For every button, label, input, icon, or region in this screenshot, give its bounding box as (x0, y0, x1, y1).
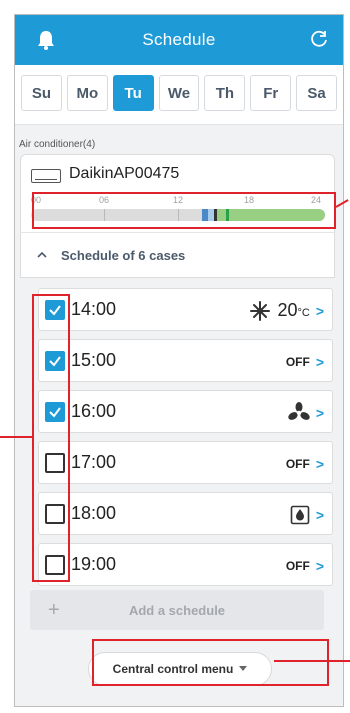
schedule-time: 14:00 (71, 299, 117, 319)
chevron-right-icon[interactable]: > (316, 405, 324, 421)
day-tab-sa[interactable]: Sa (296, 75, 338, 111)
schedule-row[interactable]: 14:00 20°C > (38, 288, 333, 331)
snowflake-icon (250, 300, 271, 321)
schedule-count-label: Schedule of 6 cases (61, 247, 186, 263)
fan-icon (288, 401, 310, 420)
day-tab-th[interactable]: Th (204, 75, 246, 111)
day-tab-fr[interactable]: Fr (250, 75, 292, 111)
plus-icon: + (48, 598, 60, 621)
schedule-status: OFF (285, 354, 310, 369)
checkbox-column-highlight (32, 294, 70, 582)
schedule-time: 19:00 (71, 554, 117, 574)
day-tab-mo[interactable]: Mo (66, 75, 108, 111)
chevron-up-icon (37, 251, 47, 258)
refresh-icon[interactable] (309, 29, 329, 49)
day-selector: Su Mo Tu We Th Fr Sa (15, 65, 343, 125)
schedule-time: 18:00 (71, 503, 117, 523)
page-title: Schedule (142, 30, 216, 49)
chevron-right-icon[interactable]: > (316, 303, 324, 319)
central-menu-highlight (92, 639, 329, 686)
chevron-right-icon[interactable]: > (316, 507, 324, 523)
schedule-row[interactable]: 19:00 OFF > (38, 543, 333, 586)
schedule-time: 17:00 (71, 452, 117, 472)
central-menu-callout-line (274, 660, 350, 662)
schedule-time: 16:00 (71, 401, 117, 421)
chevron-right-icon[interactable]: > (316, 558, 324, 574)
timeline-highlight (32, 192, 336, 229)
schedule-status: OFF (285, 456, 310, 471)
chevron-right-icon[interactable]: > (316, 354, 324, 370)
device-name: DaikinAP00475 (69, 165, 180, 182)
schedule-row[interactable]: 15:00 OFF > (38, 339, 333, 382)
day-tab-we[interactable]: We (158, 75, 200, 111)
schedule-row[interactable]: 16:00 > (38, 390, 333, 433)
day-tab-su[interactable]: Su (21, 75, 62, 111)
app-header: Schedule (15, 15, 343, 65)
dry-mode-icon (290, 505, 310, 524)
add-schedule-label: Add a schedule (128, 602, 226, 618)
chevron-right-icon[interactable]: > (316, 456, 324, 472)
air-conditioner-icon (31, 169, 61, 183)
day-tab-tu[interactable]: Tu (112, 75, 154, 111)
schedule-temperature: 20°C (277, 300, 310, 320)
add-schedule-button[interactable]: + Add a schedule (30, 590, 324, 630)
schedule-row[interactable]: 17:00 OFF > (38, 441, 333, 484)
schedule-status: OFF (285, 558, 310, 573)
schedule-collapse-header[interactable]: Schedule of 6 cases (20, 232, 335, 278)
schedule-time: 15:00 (71, 350, 117, 370)
checkbox-callout-line (0, 436, 32, 438)
section-label: Air conditioner(4) (19, 139, 96, 150)
schedule-row[interactable]: 18:00 > (38, 492, 333, 535)
